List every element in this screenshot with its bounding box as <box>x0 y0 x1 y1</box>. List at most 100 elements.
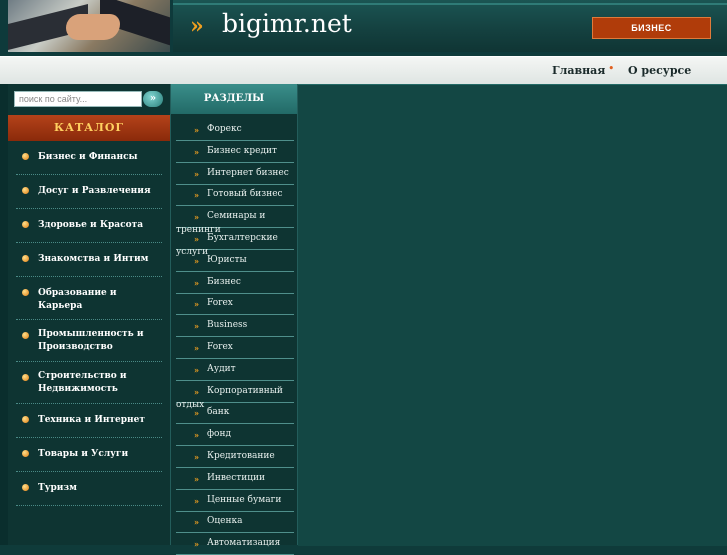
section-item[interactable]: » Forex <box>176 293 294 316</box>
chevron-icon: » <box>194 539 199 550</box>
chevron-icon: » <box>194 277 199 288</box>
section-item[interactable]: » Оценка <box>176 511 294 534</box>
top-nav: Главная • О ресурсе <box>0 56 727 85</box>
section-item[interactable]: » фонд <box>176 424 294 447</box>
catalog-list: Бизнес и Финансы Досуг и Развлечения Здоро… <box>8 141 170 506</box>
section-item-label: Бизнес <box>207 276 241 287</box>
section-item[interactable]: » Интернет бизнес <box>176 163 294 185</box>
section-item-label: фонд <box>207 429 232 440</box>
section-item-label: Аудит <box>207 363 236 374</box>
section-item-label: Бухгалтерские <box>207 233 278 243</box>
bullet-icon <box>22 484 29 491</box>
section-item-label: Ценные бумаги <box>207 494 282 505</box>
catalog-item-label: Промышленность и Производство <box>38 329 144 352</box>
catalog-item[interactable]: Строительство и Недвижимость <box>16 362 162 404</box>
left-sidebar: поиск по сайту... » КАТАЛОГ Бизнес и Фин… <box>8 84 171 545</box>
section-item-label: Кредитование <box>207 451 275 461</box>
catalog-item[interactable]: Образование и Карьера <box>16 277 162 320</box>
catalog-item[interactable]: Знакомства и Интим <box>16 243 162 277</box>
section-item-label: банк <box>207 407 230 418</box>
chevron-icon: » <box>194 168 199 179</box>
sections-column: РАЗДЕЛЫ » Форекс » Бизнес кредит » Интернет б… <box>171 84 298 555</box>
chevron-icon: » <box>194 190 199 201</box>
chevron-icon: » <box>194 343 199 353</box>
section-item-label: Forex <box>207 342 233 352</box>
section-item[interactable]: » Бухгалтерские услуги <box>176 228 294 257</box>
section-item[interactable]: » Готовый бизнес <box>176 184 294 207</box>
chevron-icon: » <box>194 146 199 157</box>
section-item[interactable]: » Автоматизация <box>176 533 294 555</box>
bullet-icon <box>22 153 29 160</box>
section-item[interactable]: » Forex <box>176 337 294 359</box>
catalog-item-label: Техника и Интернет <box>38 415 145 425</box>
header: » bigimr.net БИЗНЕС <box>0 0 727 54</box>
bullet-icon <box>22 187 29 194</box>
section-item[interactable]: » Корпоративный отдых <box>176 381 294 410</box>
section-item-label: Business <box>207 320 248 331</box>
section-item-label: Интернет бизнес <box>207 167 289 178</box>
logo-arrows-icon: » <box>190 13 204 39</box>
bullet-icon <box>22 374 29 381</box>
section-item-label: Инвестиции <box>207 472 266 483</box>
chevron-icon: » <box>194 517 199 528</box>
site-logo[interactable]: bigimr.net <box>222 9 352 38</box>
section-item[interactable]: » Бизнес кредит <box>176 141 294 163</box>
catalog-item-label: Бизнес и Финансы <box>38 152 138 162</box>
catalog-item[interactable]: Техника и Интернет <box>16 404 162 438</box>
chevron-icon: » <box>194 364 199 375</box>
catalog-item[interactable]: Туризм <box>16 472 162 506</box>
section-item-label: Автоматизация <box>207 538 281 549</box>
section-item-label: Семинары и <box>207 211 266 222</box>
section-item-label: Бизнес кредит <box>207 145 277 156</box>
catalog-item-label: Образование и Карьера <box>38 288 117 311</box>
catalog-item[interactable]: Бизнес и Финансы <box>16 141 162 175</box>
chevron-icon: » <box>194 125 199 135</box>
section-item[interactable]: » Форекс <box>176 119 294 141</box>
section-item[interactable]: » Business <box>176 315 294 338</box>
chevron-icon: » <box>194 234 199 244</box>
catalog-item-label: Туризм <box>38 483 77 493</box>
section-item-label: Корпоративный <box>207 385 283 396</box>
catalog-item[interactable]: Досуг и Развлечения <box>16 175 162 209</box>
section-item-label: Оценка <box>207 516 243 527</box>
nav-home-link[interactable]: Главная <box>552 64 605 77</box>
section-item[interactable]: » Юристы <box>176 250 294 272</box>
section-item-label: Forex <box>207 298 233 309</box>
catalog-item-label: Досуг и Развлечения <box>38 186 151 196</box>
bullet-icon <box>22 450 29 457</box>
left-edge <box>0 84 8 545</box>
search-go-icon[interactable]: » <box>143 91 163 107</box>
catalog-item-label: Здоровье и Красота <box>38 220 144 230</box>
chevron-icon: » <box>194 430 199 441</box>
bullet-icon <box>22 255 29 262</box>
section-item[interactable]: » Ценные бумаги <box>176 490 294 512</box>
section-item[interactable]: » Бизнес <box>176 272 294 294</box>
catalog-item-label: Строительство и Недвижимость <box>38 371 127 394</box>
header-handshake-image <box>8 0 170 52</box>
catalog-item[interactable]: Товары и Услуги <box>16 438 162 472</box>
section-item[interactable]: » Инвестиции <box>176 468 294 490</box>
catalog-item[interactable]: Здоровье и Красота <box>16 209 162 243</box>
nav-separator: • <box>608 62 615 75</box>
chevron-icon: » <box>194 495 199 506</box>
nav-about-link[interactable]: О ресурсе <box>628 64 691 77</box>
bullet-icon <box>22 221 29 228</box>
chevron-icon: » <box>194 299 199 310</box>
chevron-icon: » <box>194 321 199 332</box>
chevron-icon: » <box>194 452 199 462</box>
section-item[interactable]: » Аудит <box>176 359 294 381</box>
chevron-icon: » <box>194 386 199 397</box>
catalog-title: КАТАЛОГ <box>8 115 170 141</box>
section-item[interactable]: » Кредитование <box>176 446 294 468</box>
search-input[interactable]: поиск по сайту... <box>14 91 142 107</box>
main-content <box>298 84 727 546</box>
bullet-icon <box>22 332 29 339</box>
bullet-icon <box>22 416 29 423</box>
chevron-icon: » <box>194 473 199 484</box>
section-item-label: Юристы <box>207 254 247 265</box>
sections-title: РАЗДЕЛЫ <box>171 84 297 114</box>
section-item[interactable]: » банк <box>176 402 294 425</box>
section-item[interactable]: » Семинары и тренинги <box>176 206 294 235</box>
business-button[interactable]: БИЗНЕС <box>592 17 711 39</box>
catalog-item[interactable]: Промышленность и Производство <box>16 320 162 362</box>
